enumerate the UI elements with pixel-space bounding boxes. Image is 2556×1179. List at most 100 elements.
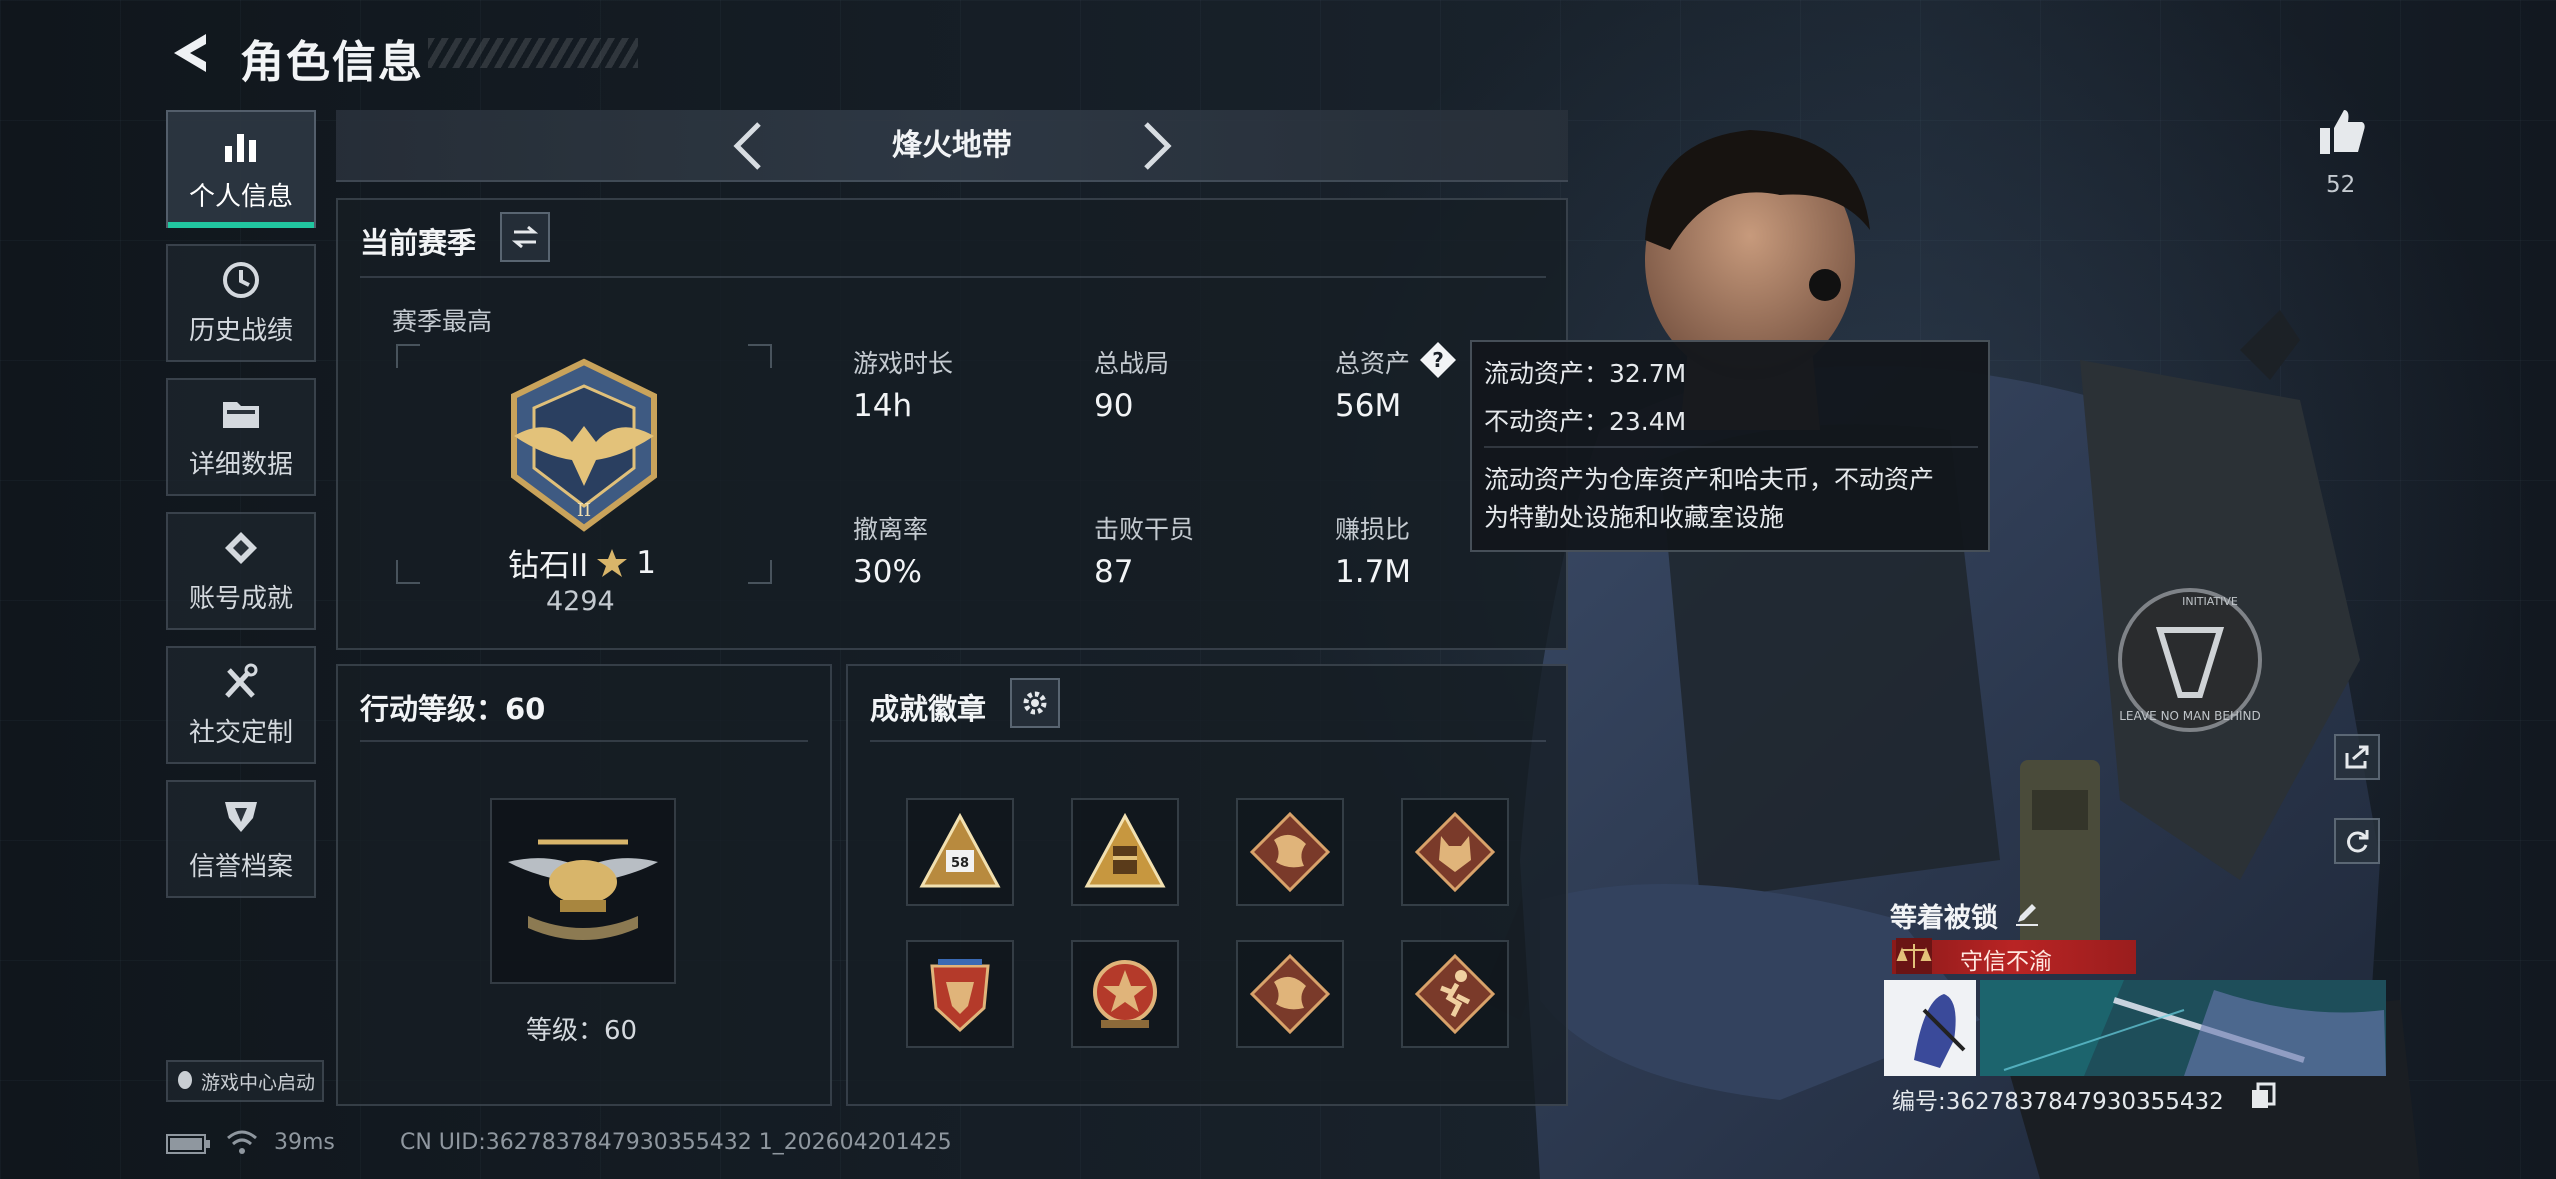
copy-icon[interactable] — [2250, 1082, 2276, 1110]
badge-slot[interactable] — [1236, 798, 1344, 906]
badge-slot[interactable] — [1071, 940, 1179, 1048]
triangle-badge-58-icon: 58 — [919, 812, 1001, 888]
player-banner-image — [1884, 980, 2386, 1076]
tooltip-desc-line-2: 为特勤处设施和收藏室设施 — [1484, 503, 1785, 532]
stat-label-total-matches: 总战局 — [1094, 349, 1170, 378]
stat-value-extract-rate: 30% — [853, 554, 922, 590]
client-uid: CN UID:3627837847930355432 1_20260420142… — [400, 1130, 952, 1155]
help-icon[interactable]: ? — [1418, 340, 1458, 380]
wolf-badge-icon — [1414, 811, 1496, 893]
sidebar-item-label: 账号成就 — [188, 583, 293, 614]
likes-count: 52 — [2326, 172, 2356, 198]
tools-icon — [225, 663, 258, 698]
sidebar-item-personal-info[interactable]: 个人信息 — [166, 110, 316, 228]
action-level-divider — [360, 740, 808, 742]
refresh-icon — [2347, 830, 2369, 853]
sidebar-item-label: 历史战绩 — [188, 315, 293, 346]
gear-icon — [1023, 691, 1047, 715]
folder-icon — [223, 401, 259, 428]
rank-score: 4294 — [546, 586, 615, 617]
sidebar-item-label: 信誉档案 — [188, 851, 293, 882]
frame-corner — [748, 560, 772, 584]
achievement-icon — [225, 531, 257, 564]
tooltip-fixed-assets: 不动资产：23.4M — [1484, 407, 1687, 436]
badge-slot[interactable] — [1071, 798, 1179, 906]
share-button[interactable] — [2334, 734, 2380, 780]
action-level-title: 行动等级：60 — [360, 692, 546, 726]
helicopter-level-emblem-icon — [508, 839, 658, 940]
player-uid: 编号:3627837847930355432 — [1892, 1089, 2224, 1115]
stat-label-kills: 击败干员 — [1094, 515, 1195, 544]
scales-emblem-icon — [1896, 938, 1932, 974]
season-divider — [360, 276, 1546, 278]
badge-slot[interactable] — [1401, 798, 1509, 906]
stat-label-playtime: 游戏时长 — [853, 349, 954, 378]
clock-icon — [223, 261, 259, 298]
sidebar-item-history[interactable]: 历史战绩 — [166, 244, 316, 362]
sidebar-item-achievements[interactable]: 账号成就 — [166, 512, 316, 630]
stat-label-total-assets: 总资产 — [1335, 349, 1411, 378]
level-label: 等级：60 — [526, 1016, 638, 1046]
chevron-left-icon[interactable] — [725, 118, 773, 174]
dragon-badge-icon — [1249, 811, 1331, 893]
sidebar-item-social-custom[interactable]: 社交定制 — [166, 646, 316, 764]
wifi-icon — [227, 1130, 257, 1154]
season-switch-button[interactable] — [500, 212, 550, 262]
achievements-divider — [870, 740, 1546, 742]
player-name: 等着被锁 — [1890, 903, 1998, 934]
stat-label-extract-rate: 撤离率 — [853, 515, 929, 544]
stat-value-playtime: 14h — [853, 388, 913, 424]
svg-text:58: 58 — [951, 856, 969, 871]
patch-text: LEAVE NO MAN BEHIND — [2119, 709, 2261, 723]
badge-slot[interactable] — [906, 940, 1014, 1048]
swap-icon — [511, 225, 539, 249]
ping-value: 39ms — [274, 1130, 335, 1155]
chevron-right-icon[interactable] — [1132, 118, 1180, 174]
rank-stars: 1 — [636, 544, 657, 581]
rank-row: 钻石II 1 — [508, 540, 656, 585]
season-best-label: 赛季最高 — [392, 307, 493, 336]
sidebar-item-label: 个人信息 — [188, 181, 293, 212]
title-tag-text: 守信不渝 — [1960, 949, 2052, 975]
bar-chart-icon — [225, 133, 256, 162]
battery-icon — [166, 1134, 210, 1154]
title-decoration — [428, 38, 638, 68]
badge-slot[interactable] — [1401, 940, 1509, 1048]
patch-top-text: INITIATIVE — [2182, 595, 2238, 608]
mode-name: 烽火地带 — [892, 128, 1012, 163]
thumbs-up-icon[interactable] — [2316, 106, 2368, 158]
sidebar-item-label: 详细数据 — [188, 449, 293, 480]
runner-badge-icon — [1414, 953, 1496, 1035]
sidebar-item-credit-record[interactable]: 信誉档案 — [166, 780, 316, 898]
star-emblem-badge-icon — [1093, 960, 1157, 1028]
game-center-launch-button[interactable]: 游戏中心启动 — [166, 1060, 324, 1102]
badge-slot[interactable]: 58 — [906, 798, 1014, 906]
stat-value-total-assets: 56M — [1335, 388, 1402, 424]
sidebar-item-label: 社交定制 — [188, 717, 293, 748]
eagle-shield-badge-icon — [930, 959, 990, 1033]
qq-penguin-icon — [177, 1071, 192, 1089]
achievements-settings-button[interactable] — [1010, 678, 1060, 728]
sidebar-item-detail-data[interactable]: 详细数据 — [166, 378, 316, 496]
refresh-button[interactable] — [2334, 818, 2380, 864]
tooltip-divider — [1484, 446, 1978, 448]
triangle-badge-box-icon — [1084, 812, 1166, 888]
stat-value-total-matches: 90 — [1094, 388, 1134, 424]
tooltip-desc-line-1: 流动资产为仓库资产和哈夫币，不动资产 — [1484, 465, 1935, 494]
diamond-rank-emblem-icon: II — [511, 358, 657, 532]
stat-label-profit-ratio: 赚损比 — [1335, 515, 1411, 544]
frame-corner — [396, 560, 420, 584]
launch-label: 游戏中心启动 — [200, 1071, 315, 1094]
rank-tier-numeral: II — [577, 500, 591, 521]
achievements-title: 成就徽章 — [870, 692, 987, 726]
badge-slot[interactable] — [1236, 940, 1344, 1048]
edit-pencil-icon[interactable] — [2012, 898, 2042, 928]
svg-text:?: ? — [1432, 348, 1444, 372]
rank-name: 钻石II — [508, 548, 589, 584]
frame-corner — [396, 344, 420, 368]
page-title: 角色信息 — [240, 37, 424, 88]
season-title: 当前赛季 — [360, 226, 477, 260]
frame-corner — [748, 344, 772, 368]
dragon-badge-icon — [1249, 953, 1331, 1035]
back-arrow-icon[interactable] — [166, 28, 216, 78]
